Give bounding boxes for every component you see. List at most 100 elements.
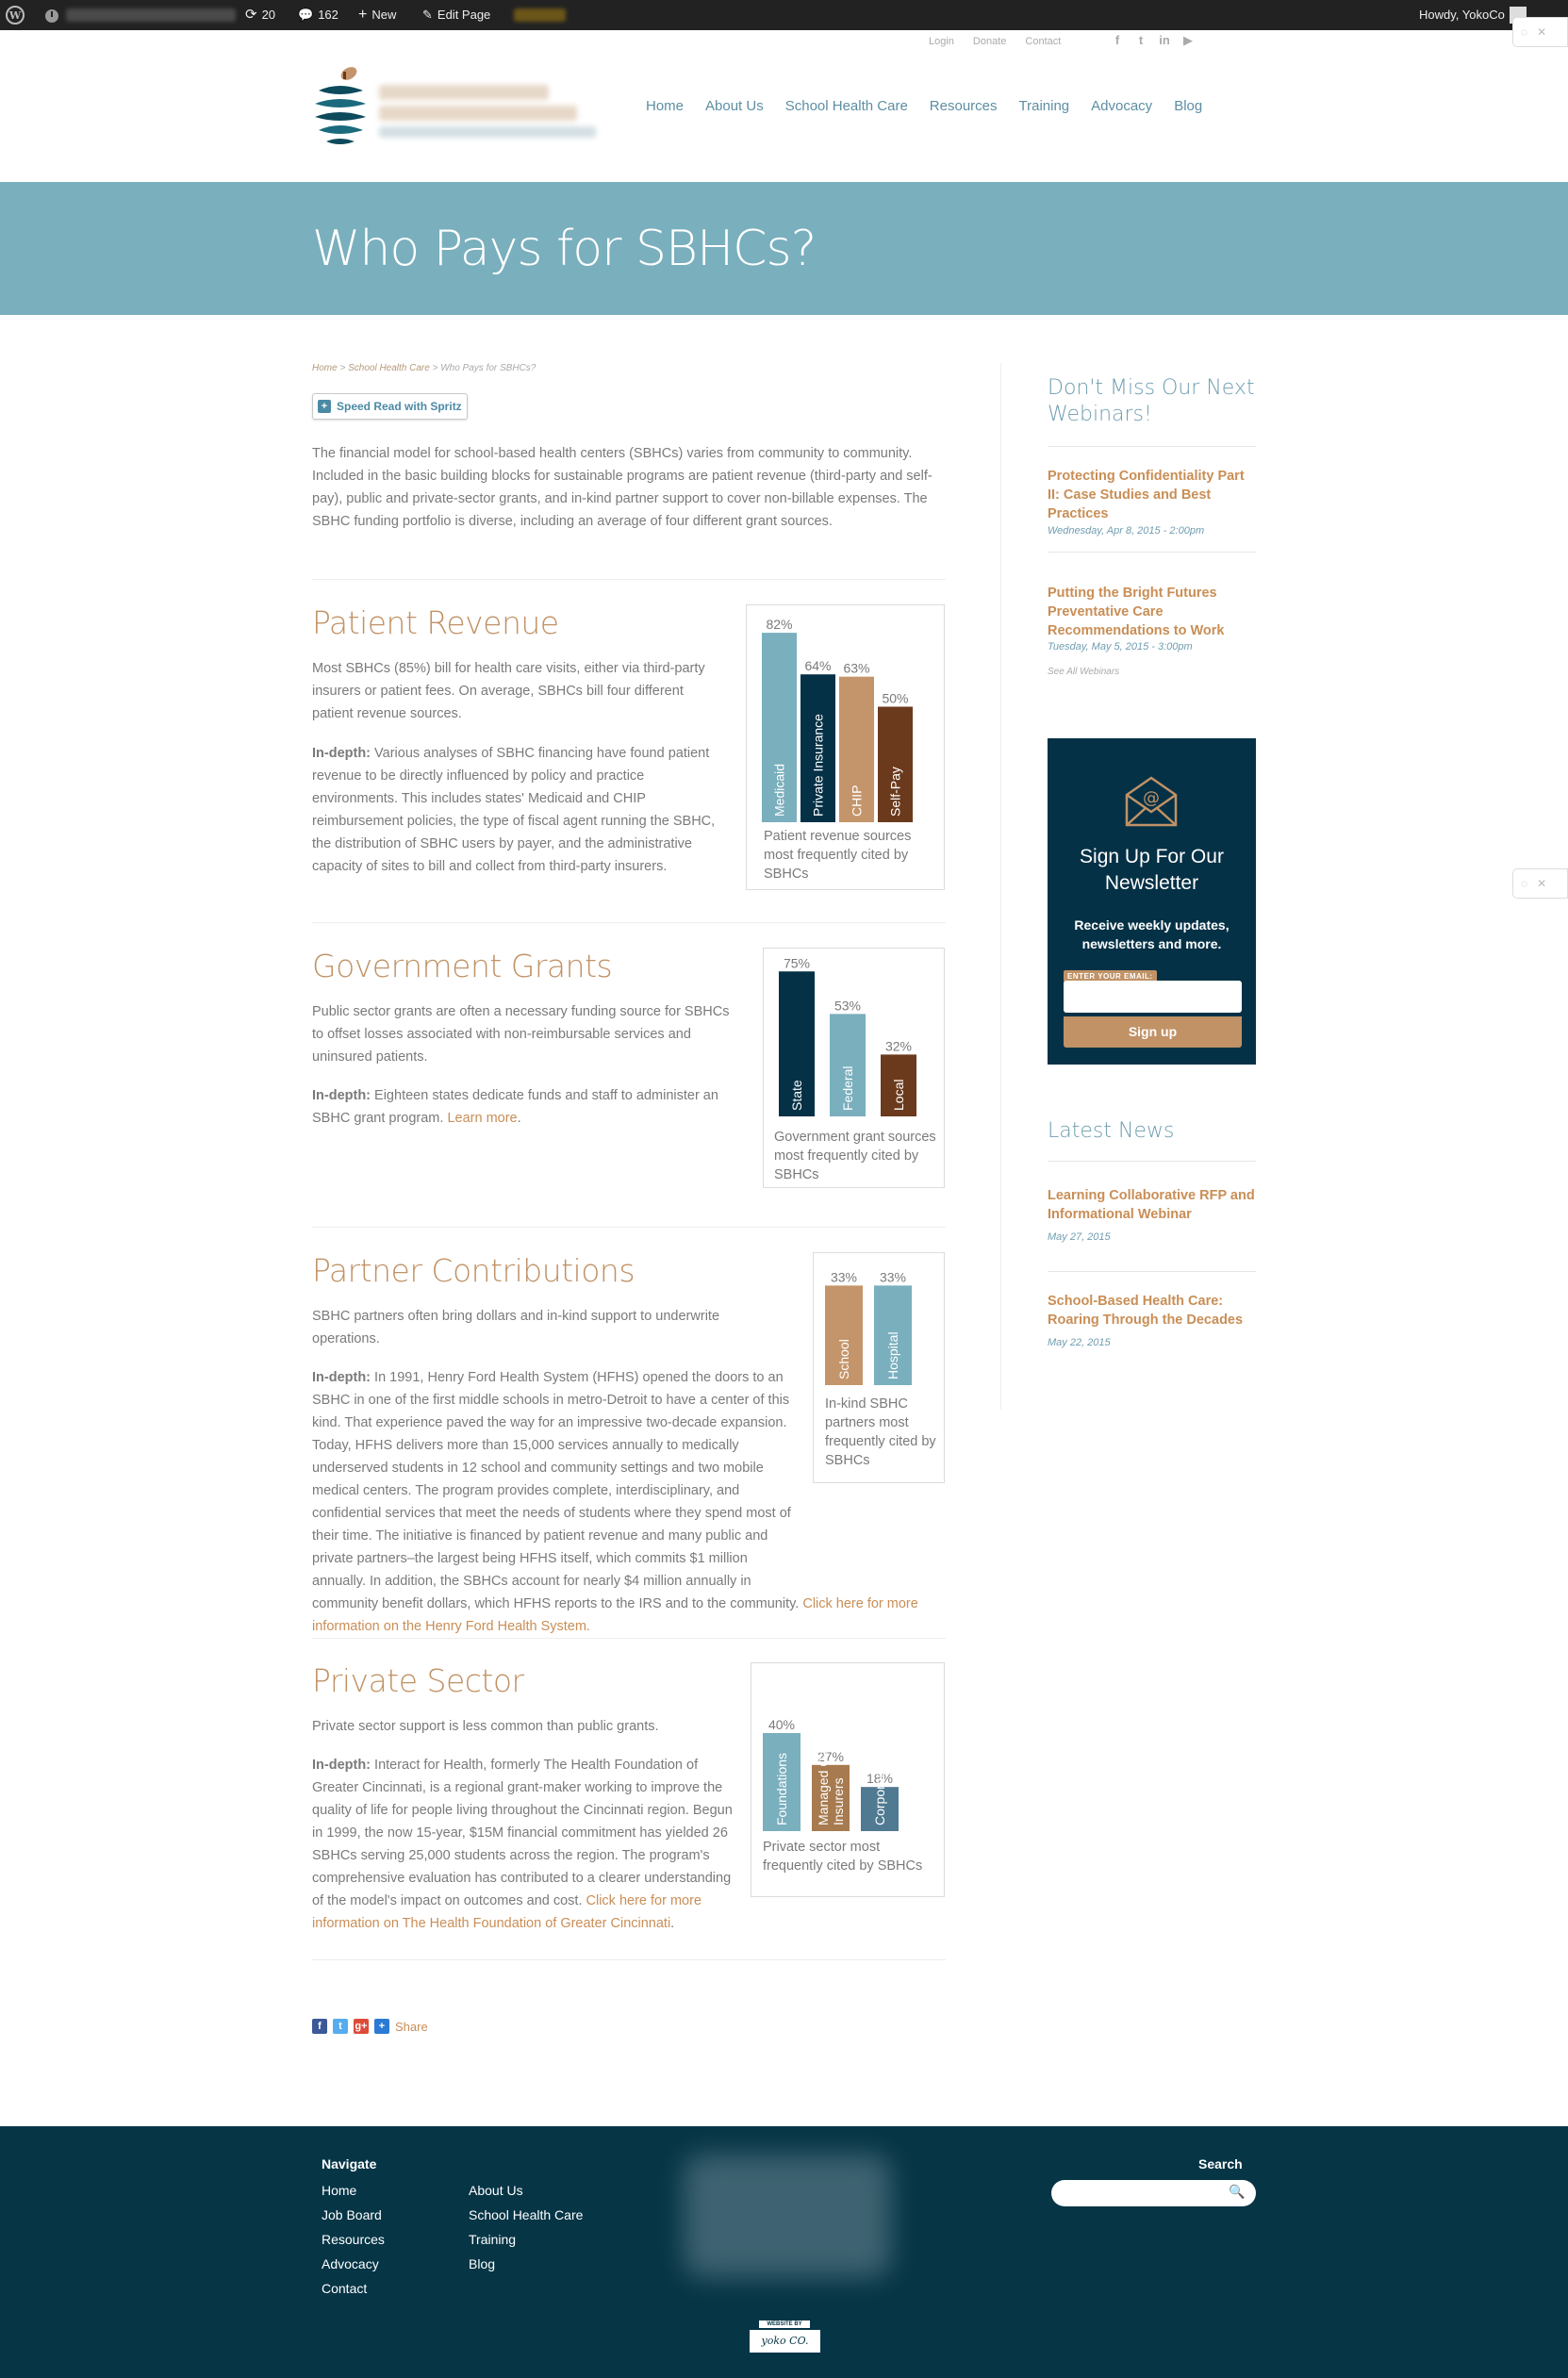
footer-link[interactable]: Resources: [322, 2227, 385, 2252]
credit-badge[interactable]: WEBSITE BY yoko CO.: [750, 2320, 820, 2358]
chart-category-label: Managed Care/: [816, 1734, 831, 1825]
webinar-date: Tuesday, May 5, 2015 - 3:00pm: [1048, 641, 1193, 652]
see-all-webinars-link[interactable]: See All Webinars: [1048, 667, 1119, 677]
floating-widget-top[interactable]: ◌ ✕: [1512, 17, 1568, 47]
loading-icon: ◌: [1521, 25, 1528, 39]
nav-blog[interactable]: Blog: [1174, 98, 1202, 114]
news-link[interactable]: School-Based Health Care: Roaring Throug…: [1048, 1292, 1256, 1329]
envelope-icon: @: [1125, 776, 1178, 827]
footer-link[interactable]: Job Board: [322, 2203, 385, 2227]
nav-advocacy[interactable]: Advocacy: [1091, 98, 1152, 114]
bar-chart-svg: 82% Medicaid 64% Private Insurance 63% CHIP 50…: [762, 617, 913, 822]
bar-chart-svg: 33% School 33% Hospital: [825, 1269, 912, 1385]
updates-button[interactable]: ⟳ 20: [245, 0, 275, 30]
twitter-icon[interactable]: t: [1134, 34, 1147, 47]
close-icon[interactable]: ✕: [1537, 877, 1546, 890]
chart-category-label: Hospital: [885, 1331, 900, 1379]
pencil-icon: ✎: [422, 8, 433, 22]
footer-link[interactable]: Blog: [469, 2252, 583, 2276]
share-label[interactable]: Share: [395, 2020, 428, 2034]
webinar-link[interactable]: Putting the Bright Futures Preventative …: [1048, 584, 1256, 640]
nav-home[interactable]: Home: [646, 98, 684, 114]
breadcrumb-home[interactable]: Home: [312, 363, 338, 373]
learn-more-link[interactable]: Learn more: [447, 1111, 517, 1126]
comments-button[interactable]: 💬 162: [298, 0, 338, 30]
nav-about-us[interactable]: About Us: [705, 98, 764, 114]
facebook-icon[interactable]: f: [312, 2019, 327, 2034]
chart-data-label: 33%: [880, 1269, 906, 1284]
wordpress-logo-icon[interactable]: W: [6, 0, 25, 30]
site-name[interactable]: [66, 0, 236, 30]
nav-resources[interactable]: Resources: [930, 98, 998, 114]
chart-partner-contributions: 33% School 33% Hospital In-kind SBHC partne…: [813, 1252, 945, 1483]
footer-link[interactable]: About Us: [469, 2178, 583, 2203]
private-intro: Private sector support is less common th…: [312, 1719, 659, 1734]
footer-search-heading: Search: [1198, 2156, 1243, 2172]
facebook-icon[interactable]: f: [1111, 34, 1124, 47]
divider: [312, 1959, 946, 1960]
chart-category-label: Self-Pay: [888, 767, 903, 817]
footer-blurred-logo: [684, 2155, 891, 2277]
spritz-label: Speed Read with Spritz: [337, 400, 462, 413]
social-links: f t in ▶: [1111, 34, 1195, 47]
chart-data-label: 33%: [831, 1269, 857, 1284]
twitter-icon[interactable]: t: [333, 2019, 348, 2034]
footer-link[interactable]: School Health Care: [469, 2203, 583, 2227]
main-nav: Home About Us School Health Care Resourc…: [646, 98, 1224, 114]
nav-school-health-care[interactable]: School Health Care: [785, 98, 908, 114]
close-icon[interactable]: ✕: [1537, 25, 1546, 39]
plus-icon: +: [358, 7, 368, 23]
chart-data-label: 64%: [804, 658, 831, 673]
google-plus-icon[interactable]: g+: [354, 2019, 369, 2034]
webinar-link[interactable]: Protecting Confidentiality Part II: Case…: [1048, 467, 1256, 523]
new-button[interactable]: + New: [358, 0, 396, 30]
divider: [1048, 1161, 1256, 1162]
youtube-icon[interactable]: ▶: [1181, 34, 1195, 47]
credit-label: WEBSITE BY: [759, 2320, 810, 2328]
nav-training[interactable]: Training: [1019, 98, 1070, 114]
edit-page-button[interactable]: ✎ Edit Page: [422, 0, 490, 30]
chart-caption: In-kind SBHC partners most frequently ci…: [825, 1396, 936, 1468]
howdy-menu[interactable]: Howdy, YokoCo: [1419, 0, 1527, 30]
breadcrumb-separator: >: [429, 363, 441, 373]
donate-link[interactable]: Donate: [973, 36, 1006, 47]
signup-button[interactable]: Sign up: [1064, 1016, 1242, 1048]
chart-category-label: Foundations: [774, 1753, 789, 1825]
chart-private-sector: 40% Foundations 27% Managed Care/Insurers 18…: [751, 1662, 945, 1897]
footer-search-input[interactable]: [1051, 2180, 1256, 2206]
login-link[interactable]: Login: [929, 36, 954, 47]
latest-news-heading: Latest News: [1048, 1119, 1175, 1143]
webinars-heading: Don't Miss Our Next Webinars!: [1048, 376, 1255, 426]
news-link[interactable]: Learning Collaborative RFP and Informati…: [1048, 1186, 1256, 1224]
comment-icon: 💬: [298, 8, 314, 22]
intro-paragraph: The financial model for school-based hea…: [312, 446, 933, 529]
floating-widget-side[interactable]: ◌ ✕: [1512, 868, 1568, 899]
site-footer: Navigate Home Job Board Resources Advoca…: [0, 2126, 1568, 2378]
footer-link[interactable]: Training: [469, 2227, 583, 2252]
blurred-admin-item[interactable]: [514, 0, 566, 30]
divider: [312, 922, 946, 923]
dashboard-icon[interactable]: [43, 0, 60, 30]
footer-link[interactable]: Contact: [322, 2276, 385, 2301]
share-plus-icon[interactable]: +: [374, 2019, 389, 2034]
newsletter-email-input[interactable]: [1064, 981, 1242, 1013]
partner-intro: SBHC partners often bring dollars and in…: [312, 1309, 720, 1346]
divider: [312, 1638, 946, 1639]
share-bar: f t g+ + Share: [312, 2019, 428, 2034]
contact-link[interactable]: Contact: [1025, 36, 1061, 47]
chart-data-label: 75%: [784, 955, 810, 970]
spritz-button[interactable]: + Speed Read with Spritz: [312, 393, 468, 420]
divider: [312, 1227, 946, 1228]
footer-link[interactable]: Advocacy: [322, 2252, 385, 2276]
divider: [1048, 1271, 1256, 1272]
search-icon[interactable]: 🔍: [1229, 2184, 1245, 2200]
footer-link[interactable]: Home: [322, 2178, 385, 2203]
site-logo[interactable]: [311, 64, 603, 151]
chart-data-label: 32%: [885, 1038, 912, 1053]
section-title-private-sector: Private Sector: [312, 1662, 524, 1699]
chart-category-label: Federal: [840, 1066, 855, 1111]
top-utility-nav: Login Donate Contact: [929, 36, 1061, 47]
linkedin-icon[interactable]: in: [1158, 34, 1171, 47]
breadcrumb-parent[interactable]: School Health Care: [348, 363, 430, 373]
government-intro: Public sector grants are often a necessa…: [312, 1004, 730, 1065]
